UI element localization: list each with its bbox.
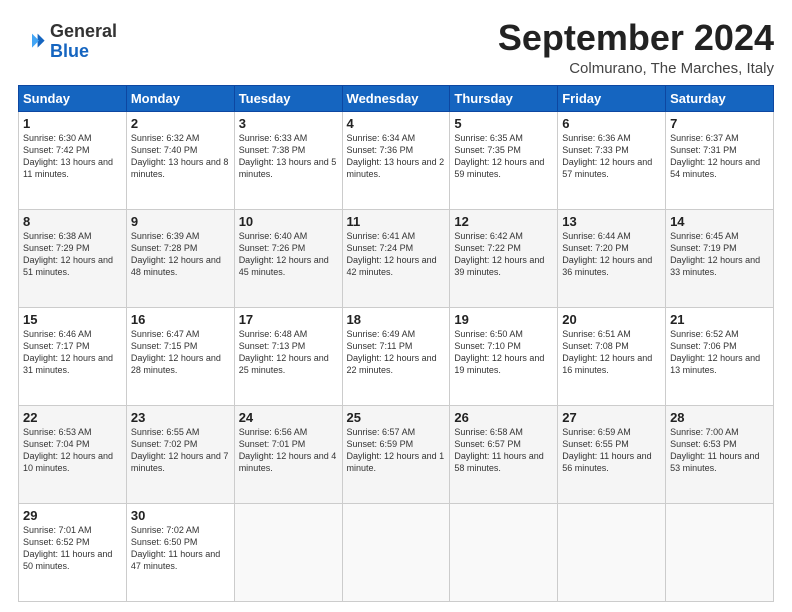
header: General Blue September 2024 Colmurano, T… bbox=[18, 18, 774, 77]
calendar-table: Sunday Monday Tuesday Wednesday Thursday… bbox=[18, 85, 774, 602]
header-friday: Friday bbox=[558, 85, 666, 111]
page: General Blue September 2024 Colmurano, T… bbox=[0, 0, 792, 612]
location: Colmurano, The Marches, Italy bbox=[498, 60, 774, 77]
day-cell-26: 26 Sunrise: 6:58 AMSunset: 6:57 PMDaylig… bbox=[450, 405, 558, 503]
table-row: 8 Sunrise: 6:38 AMSunset: 7:29 PMDayligh… bbox=[19, 209, 774, 307]
day-cell-27: 27 Sunrise: 6:59 AMSunset: 6:55 PMDaylig… bbox=[558, 405, 666, 503]
day-cell-1: 1 Sunrise: 6:30 AMSunset: 7:42 PMDayligh… bbox=[19, 111, 127, 209]
table-row: 22 Sunrise: 6:53 AMSunset: 7:04 PMDaylig… bbox=[19, 405, 774, 503]
logo-text: General Blue bbox=[50, 22, 117, 62]
header-saturday: Saturday bbox=[666, 85, 774, 111]
day-cell-15: 15 Sunrise: 6:46 AMSunset: 7:17 PMDaylig… bbox=[19, 307, 127, 405]
day-cell-20: 20 Sunrise: 6:51 AMSunset: 7:08 PMDaylig… bbox=[558, 307, 666, 405]
header-sunday: Sunday bbox=[19, 85, 127, 111]
day-cell-24: 24 Sunrise: 6:56 AMSunset: 7:01 PMDaylig… bbox=[234, 405, 342, 503]
table-row: 15 Sunrise: 6:46 AMSunset: 7:17 PMDaylig… bbox=[19, 307, 774, 405]
table-row: 29 Sunrise: 7:01 AMSunset: 6:52 PMDaylig… bbox=[19, 503, 774, 601]
day-cell-17: 17 Sunrise: 6:48 AMSunset: 7:13 PMDaylig… bbox=[234, 307, 342, 405]
day-cell-7: 7 Sunrise: 6:37 AMSunset: 7:31 PMDayligh… bbox=[666, 111, 774, 209]
empty-cell bbox=[450, 503, 558, 601]
empty-cell bbox=[558, 503, 666, 601]
header-wednesday: Wednesday bbox=[342, 85, 450, 111]
day-cell-13: 13 Sunrise: 6:44 AMSunset: 7:20 PMDaylig… bbox=[558, 209, 666, 307]
calendar-header-row: Sunday Monday Tuesday Wednesday Thursday… bbox=[19, 85, 774, 111]
day-cell-10: 10 Sunrise: 6:40 AMSunset: 7:26 PMDaylig… bbox=[234, 209, 342, 307]
day-cell-21: 21 Sunrise: 6:52 AMSunset: 7:06 PMDaylig… bbox=[666, 307, 774, 405]
title-block: September 2024 Colmurano, The Marches, I… bbox=[498, 18, 774, 77]
day-cell-29: 29 Sunrise: 7:01 AMSunset: 6:52 PMDaylig… bbox=[19, 503, 127, 601]
day-cell-25: 25 Sunrise: 6:57 AMSunset: 6:59 PMDaylig… bbox=[342, 405, 450, 503]
header-tuesday: Tuesday bbox=[234, 85, 342, 111]
day-cell-14: 14 Sunrise: 6:45 AMSunset: 7:19 PMDaylig… bbox=[666, 209, 774, 307]
day-cell-22: 22 Sunrise: 6:53 AMSunset: 7:04 PMDaylig… bbox=[19, 405, 127, 503]
day-cell-6: 6 Sunrise: 6:36 AMSunset: 7:33 PMDayligh… bbox=[558, 111, 666, 209]
day-cell-16: 16 Sunrise: 6:47 AMSunset: 7:15 PMDaylig… bbox=[126, 307, 234, 405]
day-cell-8: 8 Sunrise: 6:38 AMSunset: 7:29 PMDayligh… bbox=[19, 209, 127, 307]
logo-general: General bbox=[50, 22, 117, 42]
header-monday: Monday bbox=[126, 85, 234, 111]
logo: General Blue bbox=[18, 22, 117, 62]
day-cell-11: 11 Sunrise: 6:41 AMSunset: 7:24 PMDaylig… bbox=[342, 209, 450, 307]
logo-icon bbox=[18, 28, 46, 56]
table-row: 1 Sunrise: 6:30 AMSunset: 7:42 PMDayligh… bbox=[19, 111, 774, 209]
day-cell-12: 12 Sunrise: 6:42 AMSunset: 7:22 PMDaylig… bbox=[450, 209, 558, 307]
day-cell-4: 4 Sunrise: 6:34 AMSunset: 7:36 PMDayligh… bbox=[342, 111, 450, 209]
logo-blue: Blue bbox=[50, 42, 117, 62]
day-cell-30: 30 Sunrise: 7:02 AMSunset: 6:50 PMDaylig… bbox=[126, 503, 234, 601]
empty-cell bbox=[342, 503, 450, 601]
month-title: September 2024 bbox=[498, 18, 774, 58]
empty-cell bbox=[234, 503, 342, 601]
header-thursday: Thursday bbox=[450, 85, 558, 111]
day-cell-5: 5 Sunrise: 6:35 AMSunset: 7:35 PMDayligh… bbox=[450, 111, 558, 209]
day-cell-9: 9 Sunrise: 6:39 AMSunset: 7:28 PMDayligh… bbox=[126, 209, 234, 307]
empty-cell bbox=[666, 503, 774, 601]
day-cell-3: 3 Sunrise: 6:33 AMSunset: 7:38 PMDayligh… bbox=[234, 111, 342, 209]
day-cell-23: 23 Sunrise: 6:55 AMSunset: 7:02 PMDaylig… bbox=[126, 405, 234, 503]
day-cell-18: 18 Sunrise: 6:49 AMSunset: 7:11 PMDaylig… bbox=[342, 307, 450, 405]
day-cell-28: 28 Sunrise: 7:00 AMSunset: 6:53 PMDaylig… bbox=[666, 405, 774, 503]
day-cell-19: 19 Sunrise: 6:50 AMSunset: 7:10 PMDaylig… bbox=[450, 307, 558, 405]
day-cell-2: 2 Sunrise: 6:32 AMSunset: 7:40 PMDayligh… bbox=[126, 111, 234, 209]
